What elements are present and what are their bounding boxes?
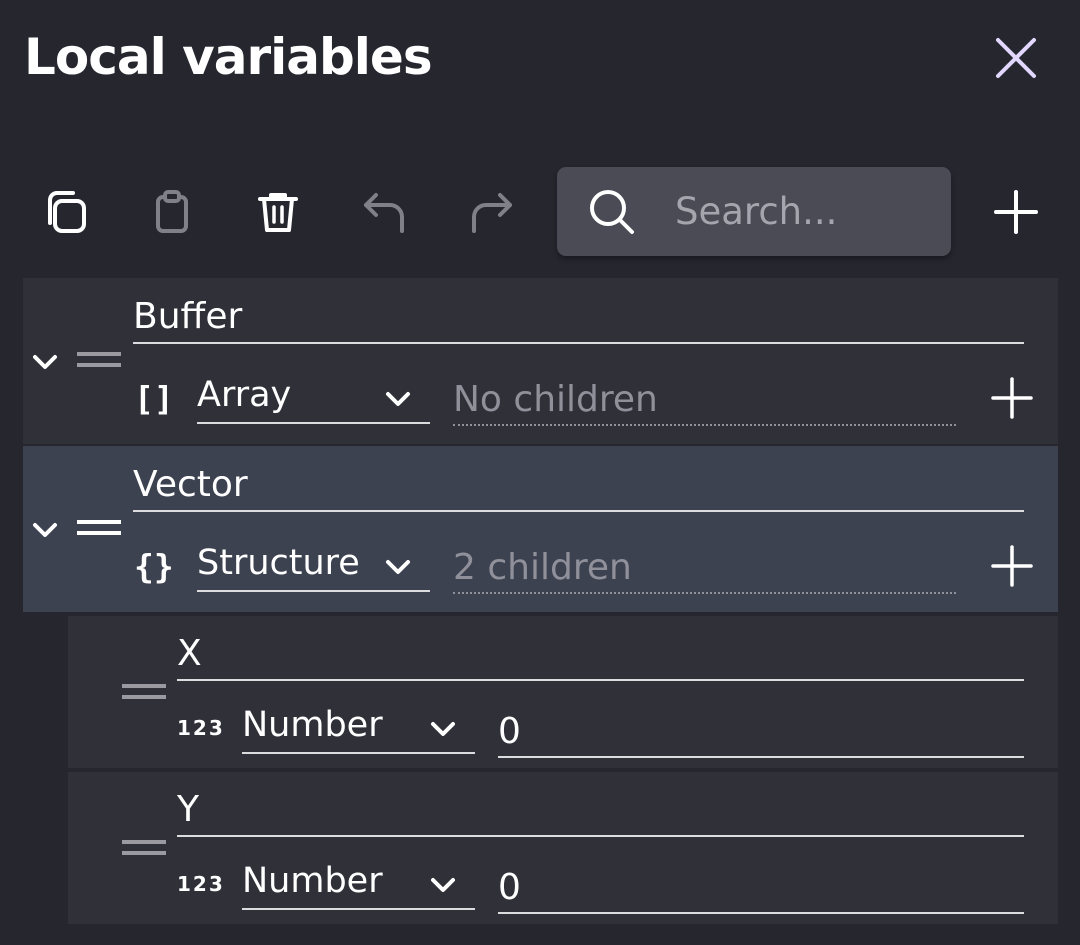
- children-summary: 2 children: [453, 542, 956, 594]
- undo-icon: [364, 193, 404, 233]
- value-input[interactable]: 0: [498, 862, 1024, 914]
- add-child-button[interactable]: [989, 375, 1035, 421]
- child-row-x[interactable]: X 123 Number 0: [68, 616, 1058, 768]
- close-button[interactable]: [990, 32, 1042, 84]
- search-input[interactable]: [675, 179, 935, 243]
- type-select-label: Array: [197, 375, 292, 415]
- drag-handle[interactable]: [120, 681, 168, 703]
- value-input[interactable]: 0: [498, 706, 1024, 758]
- drag-handle-icon: [122, 684, 166, 699]
- copy-icon: [48, 191, 86, 233]
- undo-button[interactable]: [357, 184, 413, 240]
- redo-button[interactable]: [463, 184, 519, 240]
- type-select[interactable]: Structure: [197, 542, 430, 592]
- chevron-down-icon: [386, 392, 410, 406]
- drag-handle[interactable]: [75, 349, 123, 371]
- redo-icon: [472, 193, 512, 233]
- type-select[interactable]: Number: [242, 704, 475, 754]
- chevron-down-icon: [33, 523, 57, 537]
- chevron-down-icon: [386, 560, 410, 574]
- close-icon: [996, 38, 1036, 78]
- add-child-button[interactable]: [989, 543, 1035, 589]
- drag-handle-icon: [77, 352, 121, 367]
- child-name-field[interactable]: Y: [177, 789, 1024, 837]
- plus-icon: [991, 377, 1033, 419]
- expand-toggle[interactable]: [30, 519, 60, 541]
- variable-name-field[interactable]: Buffer: [133, 296, 1024, 344]
- children-summary: No children: [453, 374, 956, 426]
- number-type-icon: 123: [177, 872, 225, 896]
- type-select[interactable]: Number: [242, 860, 475, 910]
- expand-toggle[interactable]: [30, 351, 60, 373]
- variable-row-buffer[interactable]: Buffer [] Array No children: [23, 278, 1058, 444]
- array-type-icon: []: [134, 379, 174, 418]
- drag-handle[interactable]: [75, 517, 123, 539]
- child-row-y[interactable]: Y 123 Number 0: [68, 772, 1058, 924]
- copy-button[interactable]: [37, 184, 93, 240]
- delete-button[interactable]: [250, 184, 306, 240]
- paste-button[interactable]: [144, 184, 200, 240]
- search-icon: [590, 190, 634, 234]
- search-box: [557, 167, 951, 256]
- type-select-label: Number: [242, 705, 383, 745]
- chevron-down-icon: [431, 878, 455, 892]
- drag-handle-icon: [77, 520, 121, 535]
- plus-icon: [994, 190, 1038, 234]
- variable-row-vector[interactable]: Vector {} Structure 2 children: [23, 446, 1058, 612]
- variable-name-field[interactable]: Vector: [133, 464, 1024, 512]
- add-variable-button[interactable]: [990, 186, 1042, 238]
- type-select-label: Structure: [197, 543, 360, 583]
- drag-handle-icon: [122, 840, 166, 855]
- child-name-field[interactable]: X: [177, 633, 1024, 681]
- trash-icon: [258, 193, 298, 232]
- plus-icon: [991, 545, 1033, 587]
- drag-handle[interactable]: [120, 837, 168, 859]
- structure-type-icon: {}: [134, 547, 174, 586]
- type-select[interactable]: Array: [197, 374, 430, 424]
- panel-title: Local variables: [24, 28, 433, 86]
- type-select-label: Number: [242, 861, 383, 901]
- chevron-down-icon: [33, 355, 57, 369]
- number-type-icon: 123: [177, 716, 225, 740]
- chevron-down-icon: [431, 722, 455, 736]
- clipboard-icon: [156, 190, 188, 233]
